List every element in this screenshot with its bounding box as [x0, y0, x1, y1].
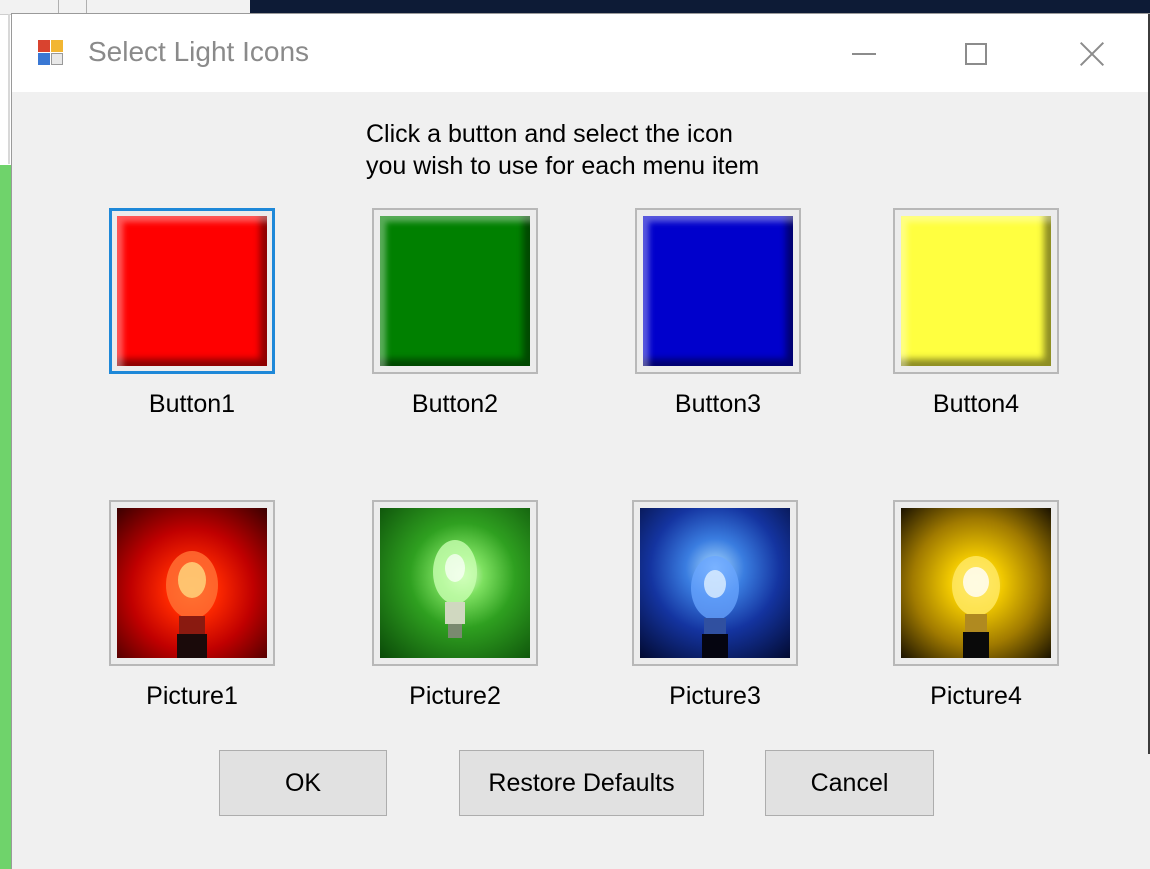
- ok-button[interactable]: OK: [219, 750, 387, 816]
- minimize-icon: [852, 53, 876, 55]
- maximize-button[interactable]: [946, 26, 1006, 82]
- picture2-label: Picture2: [409, 682, 501, 710]
- picture1-label: Picture1: [146, 682, 238, 710]
- red-light-bulb-icon: [117, 508, 267, 658]
- maximize-icon: [965, 43, 987, 65]
- instructions: Click a button and select the icon you w…: [366, 118, 759, 182]
- button3-tile[interactable]: [635, 208, 801, 374]
- blue-square-icon: [643, 216, 793, 366]
- background-dark-strip: [250, 0, 1150, 14]
- green-square-icon: [380, 216, 530, 366]
- green-light-bulb-icon: [380, 508, 530, 658]
- picture3-label: Picture3: [669, 682, 761, 710]
- background-divider: [8, 14, 10, 164]
- app-icon: [38, 40, 64, 66]
- button1-tile[interactable]: [109, 208, 275, 374]
- close-button[interactable]: [1062, 26, 1122, 82]
- select-light-icons-dialog: Select Light Icons Click a button and se…: [12, 14, 1150, 869]
- red-square-icon: [117, 216, 267, 366]
- button4-label: Button4: [932, 390, 1020, 418]
- window-title: Select Light Icons: [88, 36, 310, 67]
- blue-light-bulb-icon: [640, 508, 790, 658]
- cancel-button[interactable]: Cancel: [765, 750, 934, 816]
- picture1-tile[interactable]: [109, 500, 275, 666]
- picture4-tile[interactable]: [893, 500, 1059, 666]
- title-bar[interactable]: Select Light Icons: [12, 14, 1150, 92]
- close-icon: [1078, 40, 1106, 68]
- button3-label: Button3: [674, 390, 762, 418]
- restore-defaults-button[interactable]: Restore Defaults: [459, 750, 704, 816]
- background-green-strip: [0, 165, 12, 869]
- button1-label: Button1: [148, 390, 236, 418]
- button4-tile[interactable]: [893, 208, 1059, 374]
- instructions-line-1: Click a button and select the icon: [366, 120, 733, 148]
- minimize-button[interactable]: [834, 26, 894, 82]
- picture2-tile[interactable]: [372, 500, 538, 666]
- picture3-tile[interactable]: [632, 500, 798, 666]
- button2-label: Button2: [411, 390, 499, 418]
- yellow-light-bulb-icon: [901, 508, 1051, 658]
- instructions-line-2: you wish to use for each menu item: [366, 152, 760, 180]
- button2-tile[interactable]: [372, 208, 538, 374]
- yellow-square-icon: [901, 216, 1051, 366]
- picture4-label: Picture4: [930, 682, 1022, 710]
- background-window-strip: [0, 0, 250, 15]
